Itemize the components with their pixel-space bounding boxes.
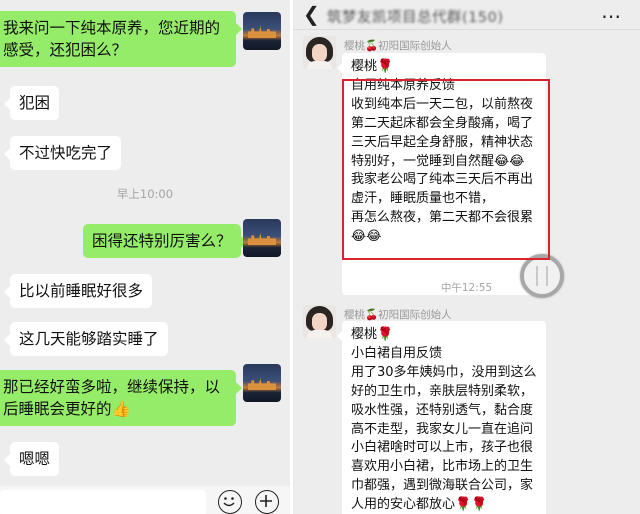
- outgoing-message-1[interactable]: 我来问一下纯本原养，您近期的感受，还犯困么？: [0, 11, 242, 67]
- card-line: 人用的安心都放心🌹🌹: [351, 497, 488, 513]
- message-text: 困得还特别厉害么？: [92, 232, 232, 250]
- card-line: 虚汗，睡眠质量也不错，: [351, 191, 495, 207]
- message-card-1[interactable]: 樱桃🌹 自用纯本原养反馈 收到纯本后一天二包，以前熬夜 第二天起床都会全身酸痛，…: [337, 53, 546, 295]
- card-line: 好的卫生巾，亲肤层特别柔软，: [351, 383, 534, 399]
- incoming-message-5[interactable]: 嗯嗯: [3, 442, 60, 476]
- sender-name: 樱桃🍒初阳国际创始人: [344, 309, 452, 321]
- chat-timestamp: 早上10:00: [116, 187, 174, 201]
- self-avatar[interactable]: [243, 219, 281, 257]
- sender-avatar[interactable]: [303, 305, 336, 338]
- card-line: 小白裙啥时可以上市，孩子也很: [351, 440, 534, 456]
- message-text: 这几天能够踏实睡了: [19, 330, 159, 348]
- more-dots-icon[interactable]: ⋯: [601, 4, 622, 28]
- card-line: 高不走型，我家女儿一直在追问: [351, 421, 534, 437]
- chat-timestamp: 中午12:55: [440, 282, 493, 294]
- card-name-line: 樱桃🌹: [351, 327, 394, 342]
- incoming-message-3[interactable]: 比以前睡眠好很多: [3, 274, 153, 308]
- sender-name: 樱桃🍒初阳国际创始人: [344, 40, 452, 52]
- message-text: 比以前睡眠好很多: [19, 282, 144, 300]
- card-line: 再怎么熬夜，第二天都不会很累: [351, 210, 534, 226]
- card-line: 😂😂: [351, 229, 382, 245]
- sender-avatar[interactable]: [303, 36, 336, 69]
- card-line: 特别好，一觉睡到自然醒😂😂: [351, 153, 525, 169]
- card-line: 小白裙自用反馈: [351, 345, 443, 361]
- emoji-icon[interactable]: [218, 490, 242, 514]
- group-chat-header: ❮ 筑梦友凯项目总代群(150) ⋯: [293, 0, 640, 30]
- message-text: 犯困: [19, 94, 51, 112]
- message-text: 我来问一下纯本原养，您近期的感受，还犯困么？: [3, 19, 221, 59]
- incoming-message-2[interactable]: 不过快吃完了: [3, 136, 122, 170]
- card-line: 吸水性强，还特别透气，黏合度: [351, 402, 534, 418]
- right-chat-panel: ❮ 筑梦友凯项目总代群(150) ⋯ 樱桃🍒初阳国际创始人 樱桃🌹 自用纯本原养…: [293, 0, 640, 514]
- message-text: 嗯嗯: [19, 450, 51, 468]
- card-line: 巾都强，遇到微海联合公司，家: [351, 478, 534, 494]
- back-chevron-icon[interactable]: ❮: [303, 2, 320, 26]
- incoming-message-1[interactable]: 犯困: [3, 86, 60, 120]
- card-name-line: 樱桃🌹: [351, 59, 394, 74]
- message-text: 不过快吃完了: [19, 144, 113, 162]
- outgoing-message-2[interactable]: 困得还特别厉害么？: [83, 224, 247, 258]
- outgoing-message-3[interactable]: 那已经好蛮多啦，继续保持，以后睡眠会更好的👍: [0, 370, 242, 426]
- card-line: 第二天起床都会全身酸痛，喝了: [351, 115, 534, 131]
- message-card-2[interactable]: 樱桃🌹 小白裙自用反馈 用了30多年姨妈巾，没用到这么 好的卫生巾，亲肤层特别柔…: [337, 321, 546, 514]
- floating-assistive-button[interactable]: [520, 254, 564, 298]
- group-title: 筑梦友凯项目总代群(150): [327, 10, 504, 26]
- self-avatar[interactable]: [243, 12, 281, 50]
- incoming-message-4[interactable]: 这几天能够踏实睡了: [4, 322, 168, 356]
- plus-icon[interactable]: [255, 490, 279, 514]
- card-line: 用了30多年姨妈巾，没用到这么: [351, 364, 537, 380]
- card-line: 自用纯本原养反馈: [351, 77, 456, 93]
- card-line: 三天后早起全身舒服，精神状态: [351, 134, 534, 150]
- message-input-bar: [0, 486, 290, 514]
- message-input[interactable]: [0, 490, 206, 514]
- self-avatar[interactable]: [243, 364, 281, 402]
- card-line: 收到纯本后一天二包，以前熬夜: [351, 96, 534, 112]
- message-text: 那已经好蛮多啦，继续保持，以后睡眠会更好的👍: [3, 378, 221, 418]
- left-chat-panel: 我来问一下纯本原养，您近期的感受，还犯困么？ 犯困 不过快吃完了 早上10:00…: [0, 0, 290, 514]
- card-line: 我家老公喝了纯本三天后不再出: [351, 172, 534, 188]
- card-line: 喜欢用小白裙，比市场上的卫生: [351, 459, 534, 475]
